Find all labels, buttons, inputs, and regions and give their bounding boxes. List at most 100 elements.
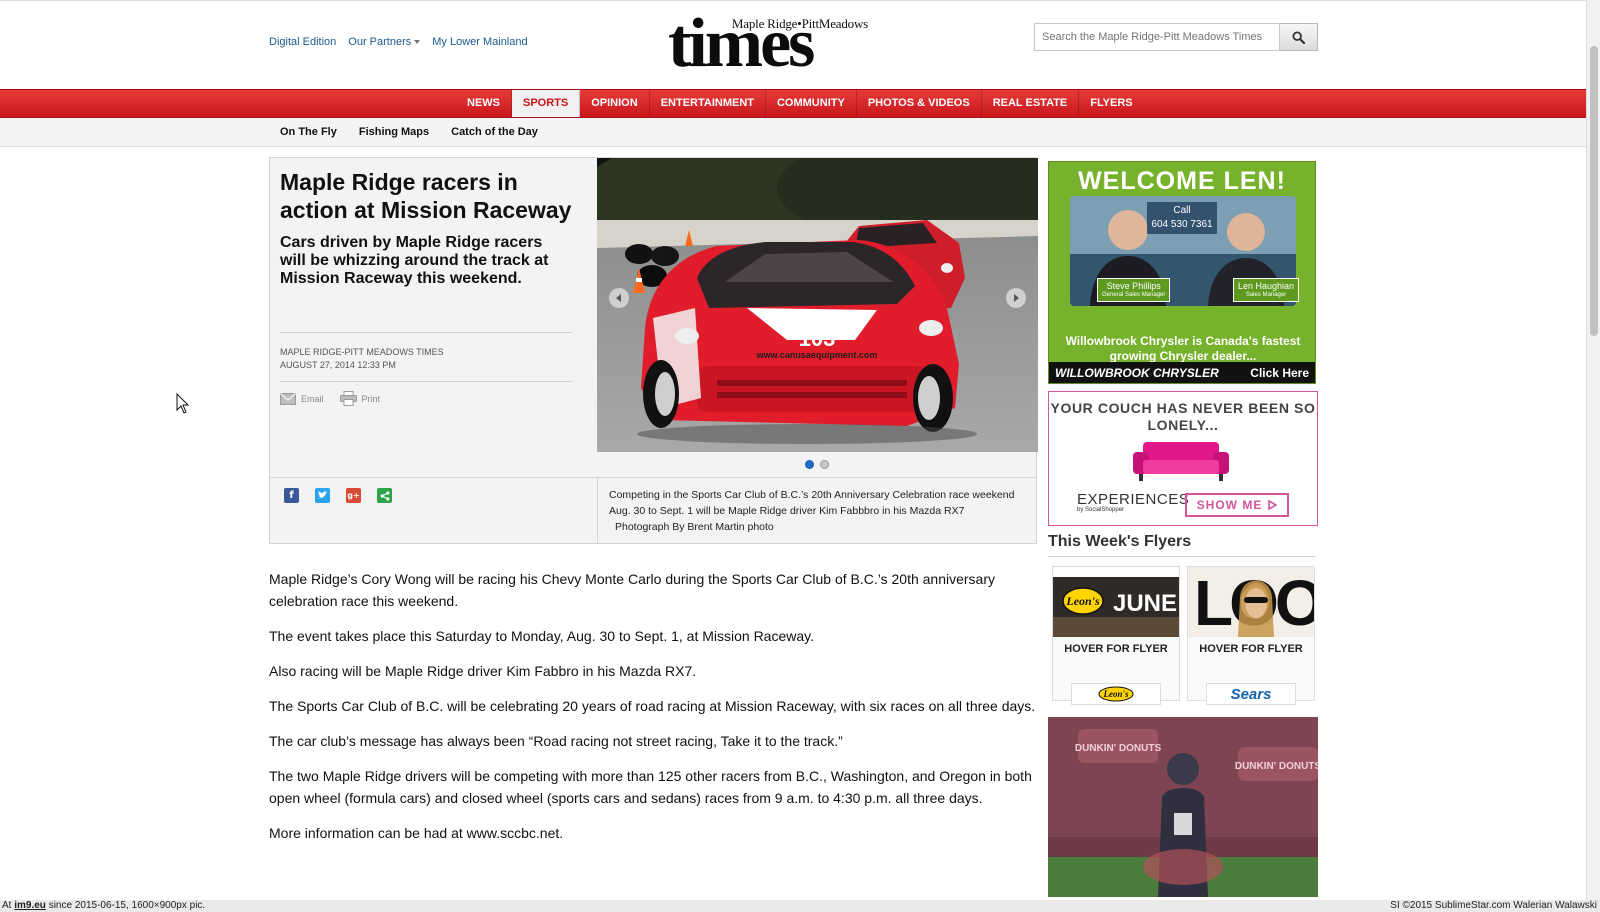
article-paragraph: Also racing will be Maple Ridge driver K… [269, 663, 697, 679]
footer-credit: SI ©2015 SublimeStar.com Walerian Walaws… [1390, 900, 1597, 911]
top-links: Digital Edition Our Partners My Lower Ma… [269, 36, 528, 48]
ad1-person1-role: General Sales Manager [1102, 292, 1166, 298]
twitter-share-button[interactable] [315, 488, 330, 503]
willowbrook-ad[interactable]: WELCOME LEN! Call 604 530 7361 Steve Phi… [1048, 161, 1316, 384]
article-paragraph: The event takes place this Saturday to M… [269, 628, 815, 644]
site-logo[interactable]: times Maple Ridge•PittMeadows [668, 9, 872, 79]
dunkin-banner-left: DUNKIN' DONUTS [1075, 743, 1162, 754]
email-icon [280, 392, 296, 405]
nav-news[interactable]: NEWS [456, 90, 512, 117]
photo-next-button[interactable] [1006, 288, 1026, 308]
search-input[interactable] [1034, 23, 1280, 51]
subnav-fishing-maps[interactable]: Fishing Maps [359, 118, 429, 147]
nav-sports[interactable]: SPORTS [512, 90, 581, 117]
flyers-divider [1048, 556, 1316, 557]
footer-link[interactable]: im9.eu [14, 900, 46, 911]
ad1-click-here-button[interactable]: Click Here [1250, 366, 1309, 380]
photo-prev-button[interactable] [609, 288, 629, 308]
flyer-hover-label: HOVER FOR FLYER [1199, 643, 1303, 655]
ad1-person2-name: Len Haughian [1238, 281, 1295, 291]
nav-flyers[interactable]: FLYERS [1079, 90, 1143, 117]
google-plus-icon: g+ [347, 491, 360, 500]
our-partners-link[interactable]: Our Partners [348, 36, 421, 48]
flyer-leons[interactable]: Leon's JUNE HOVER FOR FLYER Leon's [1052, 566, 1180, 705]
ad1-call-label: Call [1173, 205, 1191, 216]
photo-caption: Competing in the Sports Car Club of B.C.… [597, 478, 1036, 543]
flyer-hover-label: HOVER FOR FLYER [1064, 643, 1168, 655]
nav-opinion[interactable]: OPINION [580, 90, 650, 117]
experiences-logo: EXPERIENCES by SocialShopper [1077, 491, 1189, 513]
flyer-leons-cover: Leon's JUNE [1053, 567, 1179, 637]
ad1-phone: 604 530 7361 [1151, 219, 1213, 230]
image-footer: At im9.eu since 2015-06-15, 1600×900px p… [0, 900, 1600, 912]
logo-tagline: Maple Ridge•PittMeadows [731, 16, 868, 31]
chevron-left-icon [616, 294, 621, 302]
ad1-person1: Steve Phillips General Sales Manager [1097, 278, 1171, 302]
ad1-text: Willowbrook Chrysler is Canada's fastest… [1065, 334, 1301, 363]
page-scrollbar[interactable] [1586, 0, 1600, 900]
scrollbar-thumb[interactable] [1590, 46, 1598, 336]
my-lower-mainland-link[interactable]: My Lower Mainland [432, 36, 527, 48]
google-plus-share-button[interactable]: g+ [346, 488, 361, 503]
video-ad[interactable]: DUNKIN' DONUTS DUNKIN' DONUTS [1048, 717, 1318, 897]
article-paragraph: The Sports Car Club of B.C. will be cele… [269, 698, 1036, 714]
byline: MAPLE RIDGE-PITT MEADOWS TIMES AUGUST 27… [280, 332, 572, 382]
print-icon [339, 391, 357, 406]
subnav-catch-of-the-day[interactable]: Catch of the Day [451, 118, 538, 147]
print-label: Print [361, 393, 381, 404]
search-icon [1292, 30, 1305, 44]
article-tools: Email Print [280, 391, 380, 406]
sears-logo: Sears [1206, 683, 1296, 705]
video-player-frame: DUNKIN' DONUTS DUNKIN' DONUTS [1048, 717, 1318, 897]
byline-date: AUGUST 27, 2014 12:33 PM [280, 360, 396, 370]
article-headline: Maple Ridge racers in action at Mission … [280, 169, 572, 223]
search-button[interactable] [1280, 23, 1318, 51]
ad1-person1-name: Steve Phillips [1106, 281, 1161, 291]
digital-edition-link[interactable]: Digital Edition [269, 36, 336, 48]
facebook-share-button[interactable]: f [284, 488, 299, 503]
nav-photos-videos[interactable]: PHOTOS & VIDEOS [857, 90, 982, 117]
sears-flyer-image: LOO [1188, 567, 1314, 637]
ad1-title: WELCOME LEN! [1078, 167, 1286, 195]
search-form [1034, 23, 1318, 51]
ad1-brand: WILLOWBROOK CHRYSLER [1055, 366, 1219, 380]
ad2-title: YOUR COUCH HAS NEVER BEEN SO LONELY... [1050, 400, 1316, 433]
nav-community[interactable]: COMMUNITY [766, 90, 857, 117]
car-sponsor: www.canusaequipment.com [756, 350, 878, 360]
flyer-leons-cover-text: JUNE [1113, 590, 1177, 617]
main-nav-items: NEWS SPORTS OPINION ENTERTAINMENT COMMUN… [456, 90, 1144, 117]
ad1-person2-role: Sales Manager [1245, 292, 1287, 298]
chevron-right-icon [1014, 294, 1019, 302]
flyer-leons-cover-logo: Leon's [1065, 594, 1100, 608]
ad1-call-box: Call 604 530 7361 [1147, 202, 1217, 234]
ad2-logo-text: EXPERIENCES [1077, 491, 1190, 508]
email-button[interactable]: Email [280, 391, 324, 406]
leons-logo-text: Leon's [1103, 689, 1129, 699]
leons-flyer-image: Leon's JUNE [1053, 567, 1179, 637]
slide-dot-2[interactable] [820, 460, 829, 469]
show-me-label: SHOW ME [1196, 498, 1263, 512]
flyers-heading: This Week's Flyers [1048, 533, 1192, 550]
dunkin-banner-right: DUNKIN' DONUTS [1235, 761, 1318, 772]
subnav-on-the-fly[interactable]: On The Fly [280, 118, 337, 147]
slide-dot-1[interactable] [805, 460, 814, 469]
our-partners-label: Our Partners [348, 36, 412, 48]
byline-source: MAPLE RIDGE-PITT MEADOWS TIMES [280, 347, 444, 357]
caption-text: Competing in the Sports Car Club of B.C.… [609, 489, 1015, 517]
sears-logo-text: Sears [1230, 685, 1272, 703]
main-nav: NEWS SPORTS OPINION ENTERTAINMENT COMMUN… [0, 89, 1586, 118]
show-me-button[interactable]: SHOW ME [1185, 493, 1289, 517]
experiences-ad[interactable]: YOUR COUCH HAS NEVER BEEN SO LONELY... E… [1048, 391, 1318, 526]
nav-real-estate[interactable]: REAL ESTATE [982, 90, 1080, 117]
print-button[interactable]: Print [339, 391, 381, 406]
footer-suffix: since 2015-06-15, 1600×900px pic. [45, 900, 206, 911]
photo-credit: Photograph By Brent Martin photo [615, 521, 774, 533]
share-icon [380, 490, 389, 501]
article-dek: Cars driven by Maple Ridge racers will b… [280, 234, 549, 287]
flyer-sears[interactable]: LOO HOVER FOR FLYER Sears [1187, 566, 1315, 705]
flyer-sears-cover: LOO [1188, 567, 1314, 637]
share-button[interactable] [377, 488, 392, 503]
article-photo[interactable]: 103 www.canusaequipment.com [597, 158, 1038, 452]
nav-entertainment[interactable]: ENTERTAINMENT [650, 90, 766, 117]
car-number: 103 [799, 326, 836, 351]
